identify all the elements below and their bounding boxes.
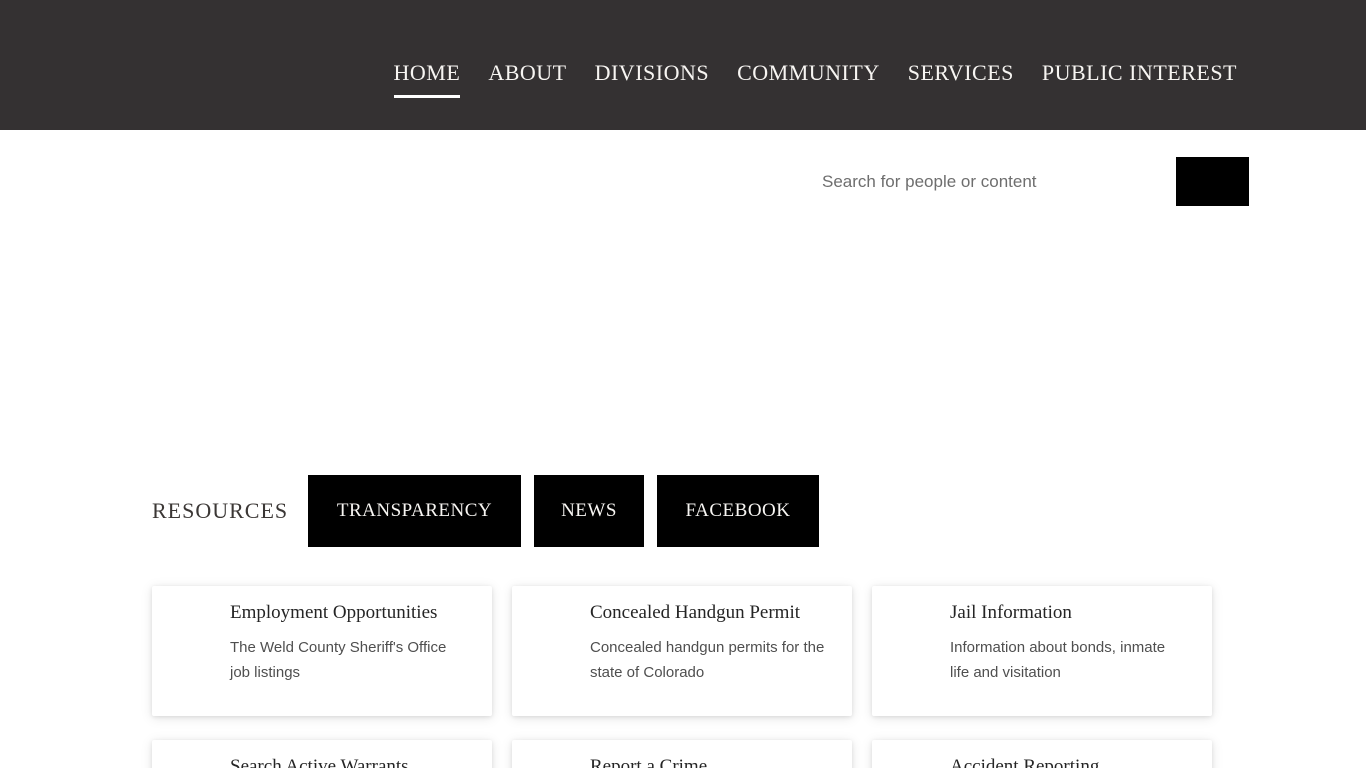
- nav-item-services[interactable]: SERVICES: [908, 60, 1014, 98]
- main-nav: HOME ABOUT DIVISIONS COMMUNITY SERVICES …: [394, 60, 1237, 98]
- resource-cards-grid: Employment Opportunities The Weld County…: [152, 586, 1212, 768]
- nav-item-home[interactable]: HOME: [394, 60, 461, 98]
- search-button[interactable]: [1176, 157, 1249, 206]
- card-report-a-crime[interactable]: Report a Crime: [512, 740, 852, 768]
- resources-heading: RESOURCES: [152, 498, 308, 524]
- card-title: Search Active Warrants: [230, 756, 466, 768]
- resources-section: RESOURCES TRANSPARENCY NEWS FACEBOOK: [152, 475, 819, 547]
- site-header: HOME ABOUT DIVISIONS COMMUNITY SERVICES …: [0, 0, 1366, 130]
- nav-item-about[interactable]: ABOUT: [488, 60, 566, 98]
- search-input[interactable]: [812, 157, 1166, 206]
- card-title: Employment Opportunities: [230, 602, 466, 624]
- card-search-active-warrants[interactable]: Search Active Warrants: [152, 740, 492, 768]
- card-title: Accident Reporting: [950, 756, 1186, 768]
- card-accident-reporting[interactable]: Accident Reporting: [872, 740, 1212, 768]
- card-description: Information about bonds, inmate life and…: [950, 635, 1186, 685]
- resource-filters: TRANSPARENCY NEWS FACEBOOK: [308, 475, 819, 547]
- card-description: Concealed handgun permits for the state …: [590, 635, 826, 685]
- card-title: Jail Information: [950, 602, 1186, 624]
- nav-item-divisions[interactable]: DIVISIONS: [595, 60, 710, 98]
- nav-item-public-interest[interactable]: PUBLIC INTEREST: [1042, 60, 1237, 98]
- filter-button-transparency[interactable]: TRANSPARENCY: [308, 475, 521, 547]
- search-bar: [812, 157, 1249, 206]
- card-employment-opportunities[interactable]: Employment Opportunities The Weld County…: [152, 586, 492, 716]
- filter-button-news[interactable]: NEWS: [534, 475, 644, 547]
- card-description: The Weld County Sheriff's Office job lis…: [230, 635, 466, 685]
- card-concealed-handgun-permit[interactable]: Concealed Handgun Permit Concealed handg…: [512, 586, 852, 716]
- card-title: Concealed Handgun Permit: [590, 602, 826, 624]
- card-jail-information[interactable]: Jail Information Information about bonds…: [872, 586, 1212, 716]
- card-title: Report a Crime: [590, 756, 826, 768]
- nav-item-community[interactable]: COMMUNITY: [737, 60, 880, 98]
- filter-button-facebook[interactable]: FACEBOOK: [657, 475, 819, 547]
